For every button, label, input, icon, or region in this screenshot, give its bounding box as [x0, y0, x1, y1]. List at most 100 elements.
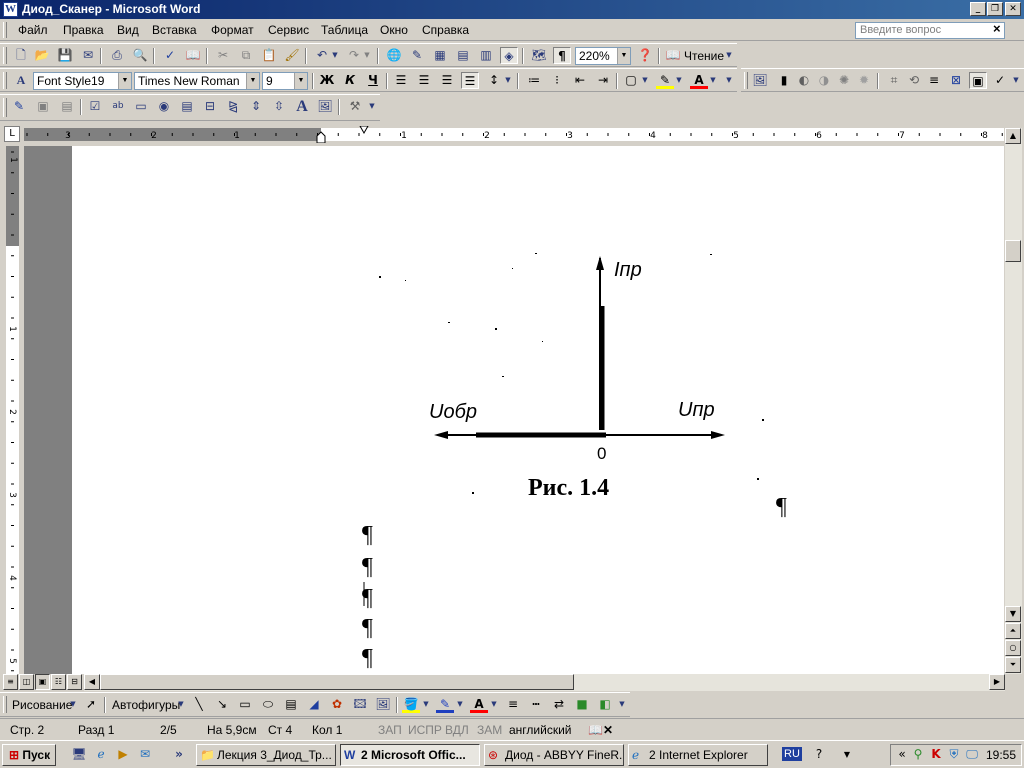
toolbar-options-icon[interactable]: ▼: [724, 47, 734, 64]
spelling-icon[interactable]: ✓: [161, 47, 179, 64]
chevron-down-icon[interactable]: ▼: [503, 72, 513, 89]
tab-selector[interactable]: L: [4, 126, 20, 142]
scroll-right-icon[interactable]: ▶: [989, 674, 1005, 690]
dash-style-icon[interactable]: ┅: [527, 696, 545, 713]
option-button-control-icon[interactable]: ◉: [155, 98, 173, 115]
textbox-control-icon[interactable]: ab: [109, 98, 127, 115]
outline-view-icon[interactable]: ☷: [51, 674, 66, 690]
underline-button[interactable]: Ч: [364, 72, 382, 89]
fill-color-icon[interactable]: 🪣: [402, 696, 420, 713]
quicklaunch-more-icon[interactable]: »: [170, 746, 188, 763]
crop-icon[interactable]: ⌗: [885, 72, 903, 89]
scroll-down-icon[interactable]: ▼: [1005, 606, 1021, 622]
chevron-down-icon[interactable]: ▼: [176, 696, 186, 713]
form-field-icon[interactable]: ▣: [34, 98, 52, 115]
word-app-icon[interactable]: W: [3, 2, 18, 17]
bold-button[interactable]: Ж: [318, 72, 336, 89]
help-question-input[interactable]: Введите вопрос: [855, 22, 1005, 39]
undo-icon[interactable]: ↶: [313, 47, 331, 64]
drawing-toggle-icon[interactable]: ◈: [500, 47, 518, 64]
arrow-tool-icon[interactable]: ↘: [213, 696, 231, 713]
select-objects-icon[interactable]: ➚: [82, 696, 100, 713]
toolbar-grip[interactable]: [3, 696, 7, 713]
research-icon[interactable]: 📖: [184, 47, 202, 64]
menubar-grip[interactable]: [3, 22, 7, 38]
reading-view-icon[interactable]: ⊟: [67, 674, 82, 690]
horizontal-scrollbar[interactable]: ◀ ▶: [84, 674, 1005, 691]
status-extend[interactable]: ВДЛ: [445, 723, 469, 737]
format-painter-icon[interactable]: 🖌: [283, 47, 301, 64]
menu-edit[interactable]: Правка: [63, 23, 104, 37]
decrease-indent-icon[interactable]: ⇤: [571, 72, 589, 89]
task-button-word[interactable]: W 2 Microsoft Offic...: [340, 744, 480, 766]
copy-icon[interactable]: ⧉: [237, 47, 255, 64]
open-folder-icon[interactable]: 📂: [33, 47, 51, 64]
rectangle-tool-icon[interactable]: ▭: [236, 696, 254, 713]
toolbar-options-icon[interactable]: ▼: [367, 98, 377, 115]
start-button[interactable]: ⊞ Пуск: [2, 744, 56, 766]
borders-icon[interactable]: ▢: [622, 72, 640, 89]
line-tool-icon[interactable]: ╲: [190, 696, 208, 713]
format-picture-icon[interactable]: ✓: [991, 72, 1009, 89]
chevron-down-icon[interactable]: ▼: [421, 696, 431, 713]
less-contrast-icon[interactable]: ◑: [815, 72, 833, 89]
diagram-icon[interactable]: ✿: [328, 696, 346, 713]
status-track-changes[interactable]: ИСПР: [408, 723, 442, 737]
vertical-ruler[interactable]: 1 1 2 3 4 5: [4, 146, 21, 674]
label-control-icon[interactable]: A: [293, 98, 311, 115]
shadow-style-icon[interactable]: ■: [573, 696, 591, 713]
next-page-icon[interactable]: ⏷: [1005, 657, 1021, 673]
line-spacing-icon[interactable]: ↕: [485, 72, 503, 89]
chevron-down-icon[interactable]: ▼: [674, 72, 684, 89]
bullets-icon[interactable]: ⁝: [548, 72, 566, 89]
italic-button[interactable]: К: [341, 72, 359, 89]
image-control-icon[interactable]: 🖼: [316, 98, 334, 115]
line-style-icon[interactable]: ≡: [504, 696, 522, 713]
chevron-down-icon[interactable]: ▼: [489, 696, 499, 713]
styles-formatting-icon[interactable]: A: [12, 72, 30, 89]
status-overtype[interactable]: ЗАМ: [477, 723, 502, 737]
chevron-down-icon[interactable]: ▼: [455, 696, 465, 713]
paste-icon[interactable]: 📋: [260, 47, 278, 64]
toolbar-grip[interactable]: [3, 72, 7, 89]
chevron-down-icon[interactable]: ▼: [617, 48, 630, 64]
minimize-button[interactable]: _: [970, 2, 986, 16]
insert-excel-icon[interactable]: ▤: [454, 47, 472, 64]
toolbar-options-icon[interactable]: ▼: [1011, 72, 1021, 89]
print-icon[interactable]: ⎙: [108, 47, 126, 64]
horizontal-ruler[interactable]: 3 2 1 1 2 3 4 5 6 7 8: [24, 126, 1004, 143]
form-options-icon[interactable]: ▤: [58, 98, 76, 115]
scrollbar-control-icon[interactable]: ⇳: [270, 98, 288, 115]
toolbar-grip[interactable]: [3, 98, 7, 117]
close-document-icon[interactable]: ×: [993, 21, 1001, 36]
chevron-down-icon[interactable]: ▼: [118, 73, 131, 89]
help-icon[interactable]: ❓: [636, 47, 654, 64]
print-preview-icon[interactable]: 🔍: [131, 47, 149, 64]
insert-table-icon[interactable]: ▦: [431, 47, 449, 64]
3d-style-icon[interactable]: ◧: [596, 696, 614, 713]
network-icon[interactable]: ⚲: [909, 746, 927, 763]
command-button-control-icon[interactable]: ▭: [132, 98, 150, 115]
help-tray-icon[interactable]: ?: [810, 746, 828, 763]
menu-tools[interactable]: Сервис: [268, 23, 309, 37]
line-color-icon[interactable]: ✎: [436, 696, 454, 713]
task-button-abbyy[interactable]: ⊛ Диод - ABBYY FineR...: [484, 744, 624, 766]
rotate-icon[interactable]: ⟲: [905, 72, 923, 89]
align-center-icon[interactable]: ☰: [415, 72, 433, 89]
scroll-left-icon[interactable]: ◀: [84, 674, 100, 690]
web-view-icon[interactable]: ◫: [19, 674, 34, 690]
print-layout-view-icon[interactable]: ▣: [35, 674, 50, 690]
previous-page-icon[interactable]: ⏶: [1005, 623, 1021, 639]
display-icon[interactable]: 🖵: [963, 746, 981, 763]
read-layout-button[interactable]: Чтение: [684, 49, 724, 63]
combobox-control-icon[interactable]: ⊟: [201, 98, 219, 115]
hyperlink-icon[interactable]: 🌐: [385, 47, 403, 64]
tray-options-icon[interactable]: ▼: [838, 746, 856, 763]
outlook-icon[interactable]: ✉: [136, 746, 154, 763]
clip-art-icon[interactable]: 🖾: [351, 696, 369, 713]
select-browse-object-icon[interactable]: ○: [1005, 640, 1021, 656]
numbering-icon[interactable]: ≔: [525, 72, 543, 89]
task-button-folder[interactable]: 📁 Лекция 3_Диод_Тр...: [196, 744, 336, 766]
chevron-down-icon[interactable]: ▼: [640, 72, 650, 89]
menu-file[interactable]: Файл: [18, 23, 48, 37]
